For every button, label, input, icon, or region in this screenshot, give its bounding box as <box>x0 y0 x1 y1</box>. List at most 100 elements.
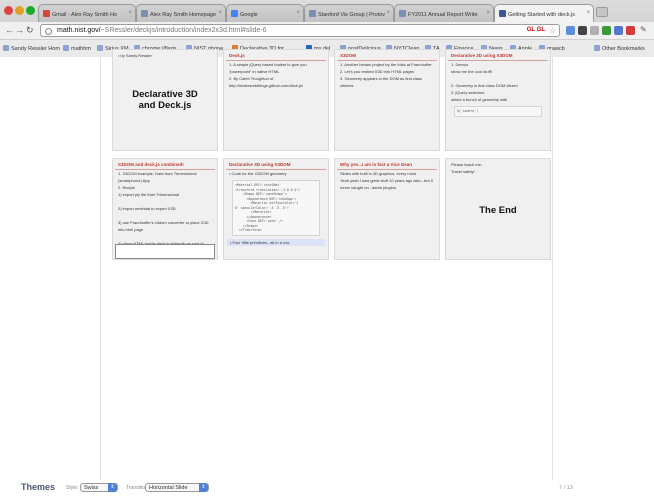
slide-text-line <box>113 233 217 240</box>
slide-text-line <box>446 75 550 82</box>
tab-annual-report[interactable]: FY2011 Annual Report Write × <box>394 4 494 22</box>
bookmark-icon <box>97 45 103 51</box>
slide-heading: X3DOM and deck.js combined! <box>115 159 215 170</box>
minimize-window-icon[interactable] <box>15 6 24 15</box>
slide-text-line: 1. Demos <box>451 62 469 67</box>
slide-title: Declarative 3D and Deck.js <box>132 89 198 111</box>
page-icon <box>141 10 148 17</box>
toolbar: ← → ↻ math.nist.gov/~SRessler/deckjs/int… <box>0 22 654 39</box>
extension-icon[interactable] <box>602 26 611 35</box>
url-host: math.nist.gov/ <box>57 27 101 34</box>
slide-text-line: Travel safely! <box>451 169 475 174</box>
slide-heading: Declarative 3D using X3DOM <box>226 159 326 170</box>
tab-gmail[interactable]: Gmail - Alex Ray Smith Ho × <box>38 4 136 22</box>
forward-icon[interactable]: → <box>15 25 24 35</box>
wrench-icon[interactable]: ✎ <box>640 25 647 34</box>
close-window-icon[interactable] <box>4 6 13 15</box>
slide-text-line: citizens <box>340 83 354 88</box>
slide-text-line: Yeah yeah I saw great stuff 10 years ago… <box>340 178 433 183</box>
reload-icon[interactable]: ↻ <box>26 25 34 36</box>
extension-badge[interactable]: GL GL <box>527 27 545 33</box>
bookmark-icon <box>63 45 69 51</box>
slide-text-line: Slides with built in 3D graphics, every … <box>340 171 417 176</box>
extension-icon[interactable] <box>590 26 599 35</box>
code-block: $('sphere') <box>454 106 542 117</box>
x3d-viewport[interactable] <box>115 244 215 259</box>
slide-thumbnail-8[interactable]: Please teach me: Travel safely! The End <box>445 158 551 260</box>
slide-text-line: 3. Geometry appears in the DOM as first … <box>340 76 423 81</box>
style-select[interactable]: Swiss ⇕ <box>80 483 118 492</box>
slide-text-line: never caught on...damn plugins. <box>340 185 397 190</box>
address-bar[interactable]: math.nist.gov/~SRessler/deckjs/introduct… <box>40 24 560 37</box>
slide-text-line: 2. By Caleb Troughton of <box>229 76 274 81</box>
close-tab-icon[interactable]: × <box>296 10 300 16</box>
slide-heading: Deck.js <box>226 50 326 61</box>
gmail-icon <box>43 10 50 17</box>
back-icon[interactable]: ← <box>5 25 14 35</box>
bookmark-star-icon[interactable]: ☆ <box>549 26 556 35</box>
slide-text-line: select a bunch of geometry with <box>451 97 508 102</box>
deck-controls: Themes Style: Swiss ⇕ Transition: Horizo… <box>0 480 654 497</box>
slide-text-line: http://imakewebthings.github.com/deck.js… <box>229 83 304 88</box>
tab-homepage[interactable]: Alex Ray Smith Homepage × <box>136 4 226 22</box>
extension-icon[interactable] <box>626 26 635 35</box>
extension-icon[interactable] <box>566 26 575 35</box>
slide-thumbnail-7[interactable]: Why yes...I am in fact a Vice Dean Slide… <box>334 158 440 260</box>
style-label: Style: <box>66 485 79 491</box>
slide-text-line <box>113 212 217 219</box>
close-tab-icon[interactable]: × <box>218 10 222 16</box>
slide-text-line: 1. X3DOM example, Data from Trimensional <box>118 171 197 176</box>
close-tab-icon[interactable]: × <box>586 10 590 16</box>
slide-counter: 7 / 13 <box>559 485 573 491</box>
page-icon <box>499 10 506 17</box>
slide-text-line: 1. Another bimani project by the folks a… <box>340 62 432 67</box>
slide-text-line: 1) export ply file from Trimensional <box>118 192 180 197</box>
tab-strip: Gmail - Alex Ray Smith Ho × Alex Ray Smi… <box>0 0 654 22</box>
transition-select[interactable]: Horizontal Slide ⇕ <box>145 483 209 492</box>
slide-heading: Declarative 3D using X3DOM <box>448 50 548 61</box>
globe-icon <box>45 28 52 35</box>
slide-text-line: 2. Geometry is first class DOM citizen <box>451 83 518 88</box>
slide-text-line: • Code for the X3DOM geometry <box>229 171 287 176</box>
select-arrow-icon: ⇕ <box>108 483 117 492</box>
highlighted-line: • Four little primitives...all in a row <box>227 238 325 246</box>
extension-icon[interactable] <box>578 26 587 35</box>
new-tab-button[interactable] <box>596 7 608 17</box>
close-tab-icon[interactable]: × <box>128 10 132 16</box>
slide-text-line: show me the cool stuff! <box>451 69 492 74</box>
close-tab-icon[interactable]: × <box>486 10 490 16</box>
slide-thumbnail-4[interactable]: Declarative 3D using X3DOM 1. Demos show… <box>445 49 551 151</box>
bookmark-item[interactable]: Sandy Ressler Hom <box>3 45 60 52</box>
other-bookmarks-folder[interactable]: Other Bookmarks <box>594 45 645 52</box>
slide-thumbnail-2[interactable]: Deck.js 1. A simple jQuery based toolset… <box>223 49 329 151</box>
close-tab-icon[interactable]: × <box>386 10 390 16</box>
slide-text-line: 1. A simple jQuery based toolset to give… <box>229 62 307 67</box>
page-content: • by Sandy Ressler Declarative 3D and Dec… <box>0 49 654 497</box>
slide-thumbnail-3[interactable]: X3DOM 1. Another bimani project by the f… <box>334 49 440 151</box>
slide-text-line: into html page <box>118 227 144 232</box>
select-arrow-icon: ⇕ <box>199 483 208 492</box>
bookmark-item[interactable]: mathhm <box>63 45 91 52</box>
bookmark-icon <box>3 45 9 51</box>
slide-text-line: Please teach me: <box>451 162 482 167</box>
slide-text-line: 2) import meshlab to export X3D <box>118 206 176 211</box>
tab-stanford-vis[interactable]: Stanford Vis Group | Protov × <box>304 4 394 22</box>
slide-heading: Why yes...I am in fact a Vice Dean <box>337 159 437 170</box>
slide-thumbnail-5[interactable]: X3DOM and deck.js combined! 1. X3DOM exa… <box>112 158 218 260</box>
tab-deckjs[interactable]: Getting Started with deck.js × <box>494 4 594 22</box>
url-path: ~SRessler/deckjs/introduction/index2x3d.… <box>100 27 267 34</box>
slide-heading: X3DOM <box>337 50 437 61</box>
slide-thumbnail-6[interactable]: Declarative 3D using X3DOM • Code for th… <box>223 158 329 260</box>
tab-google[interactable]: Google × <box>226 4 304 22</box>
slide-text-line: (smartphone) App <box>118 178 150 183</box>
themes-label: Themes <box>21 482 56 492</box>
slide-thumbnail-1[interactable]: • by Sandy Ressler Declarative 3D and Dec… <box>112 49 218 151</box>
slide-text-line <box>113 198 217 205</box>
folder-icon <box>594 45 600 51</box>
code-block: <Material DEF='coralMat' <transform tran… <box>232 180 320 236</box>
slide-text-line: 2. Let's you embed X3D into HTML pages <box>340 69 414 74</box>
zoom-window-icon[interactable] <box>26 6 35 15</box>
page-icon <box>399 10 406 17</box>
slide-title: The End <box>479 205 517 216</box>
extension-icon[interactable] <box>614 26 623 35</box>
